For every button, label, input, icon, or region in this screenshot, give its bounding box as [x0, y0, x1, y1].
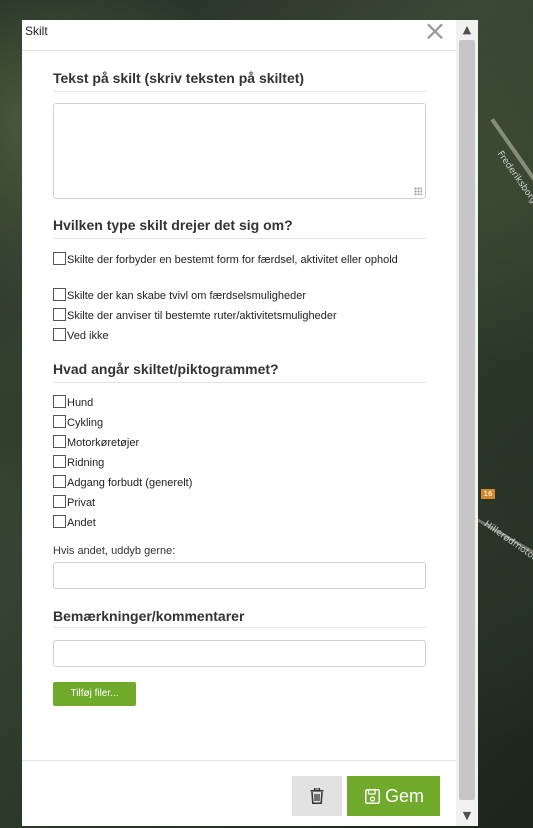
divider: [53, 382, 426, 383]
save-label: Gem: [385, 786, 425, 806]
sign-type-option-label: Ved ikke: [67, 330, 109, 342]
sign-type-option-label: Skilte der kan skabe tvivl om færdselsmu…: [67, 290, 307, 302]
checkbox[interactable]: [53, 252, 66, 265]
checkbox[interactable]: [53, 415, 66, 428]
sign-type-option[interactable]: Ved ikke: [53, 328, 425, 343]
pictogram-option[interactable]: Hund: [53, 395, 425, 410]
pictogram-option[interactable]: Andet: [53, 515, 425, 530]
pictogram-option[interactable]: Motorkøretøjer: [53, 435, 425, 450]
dialog-title: Skilt: [25, 24, 48, 38]
sign-type-heading: Hvilken type skilt drejer det sig om?: [53, 217, 293, 233]
sign-type-option-label: Skilte der forbyder en bestemt form for …: [67, 254, 398, 266]
divider: [53, 627, 426, 628]
add-files-button[interactable]: Tilføj filer...: [53, 682, 136, 706]
pictogram-option[interactable]: Privat: [53, 495, 425, 510]
resize-grip-icon[interactable]: [414, 187, 422, 195]
checkbox[interactable]: [53, 288, 66, 301]
pictogram-option-label: Privat: [67, 497, 96, 509]
checkbox[interactable]: [53, 515, 66, 528]
footer-divider: [22, 760, 456, 761]
dialog-header: Skilt ×: [22, 16, 456, 51]
sign-type-option[interactable]: Skilte der anviser til bestemte ruter/ak…: [53, 308, 425, 323]
pictogram-option[interactable]: Adgang forbudt (generelt): [53, 475, 425, 490]
road-number-badge: 16: [481, 489, 495, 499]
other-details-label: Hvis andet, uddyb gerne:: [53, 545, 176, 557]
floppy-disk-icon: [365, 789, 380, 804]
scroll-down-icon[interactable]: ▼: [456, 806, 478, 826]
sign-dialog: Skilt × Tekst på skilt (skriv teksten på…: [22, 16, 478, 826]
save-button[interactable]: Gem: [347, 776, 440, 816]
checkbox[interactable]: [53, 475, 66, 488]
pictogram-heading: Hvad angår skiltet/piktogrammet?: [53, 361, 279, 377]
sign-text-textarea[interactable]: [53, 103, 426, 199]
sign-type-option-label: Skilte der anviser til bestemte ruter/ak…: [67, 310, 337, 322]
divider: [53, 238, 426, 239]
remarks-heading: Bemærkninger/kommentarer: [53, 608, 245, 624]
scroll-up-icon[interactable]: ▲: [456, 20, 478, 40]
pictogram-option-label: Adgang forbudt (generelt): [67, 477, 193, 489]
checkbox[interactable]: [53, 328, 66, 341]
scroll-thumb[interactable]: [459, 40, 475, 800]
pictogram-option[interactable]: Ridning: [53, 455, 425, 470]
checkbox[interactable]: [53, 308, 66, 321]
pictogram-option-label: Hund: [67, 397, 94, 409]
other-details-input[interactable]: [53, 562, 426, 589]
pictogram-option-label: Ridning: [67, 457, 105, 469]
dialog-scrollbar[interactable]: ▲ ▼: [456, 20, 478, 826]
delete-button[interactable]: [292, 776, 342, 816]
divider: [53, 91, 426, 92]
pictogram-option-label: Motorkøretøjer: [67, 437, 140, 449]
trash-icon: [310, 788, 324, 804]
checkbox[interactable]: [53, 495, 66, 508]
checkbox[interactable]: [53, 435, 66, 448]
close-icon[interactable]: ×: [420, 16, 450, 46]
sign-type-option[interactable]: Skilte der forbyder en bestemt form for …: [53, 252, 425, 267]
pictogram-option-label: Andet: [67, 517, 96, 529]
sign-text-heading: Tekst på skilt (skriv teksten på skiltet…: [53, 70, 305, 86]
pictogram-option-label: Cykling: [67, 417, 104, 429]
remarks-input[interactable]: [53, 640, 426, 667]
checkbox[interactable]: [53, 455, 66, 468]
sign-type-option[interactable]: Skilte der kan skabe tvivl om færdselsmu…: [53, 288, 425, 303]
pictogram-option[interactable]: Cykling: [53, 415, 425, 430]
checkbox[interactable]: [53, 395, 66, 408]
